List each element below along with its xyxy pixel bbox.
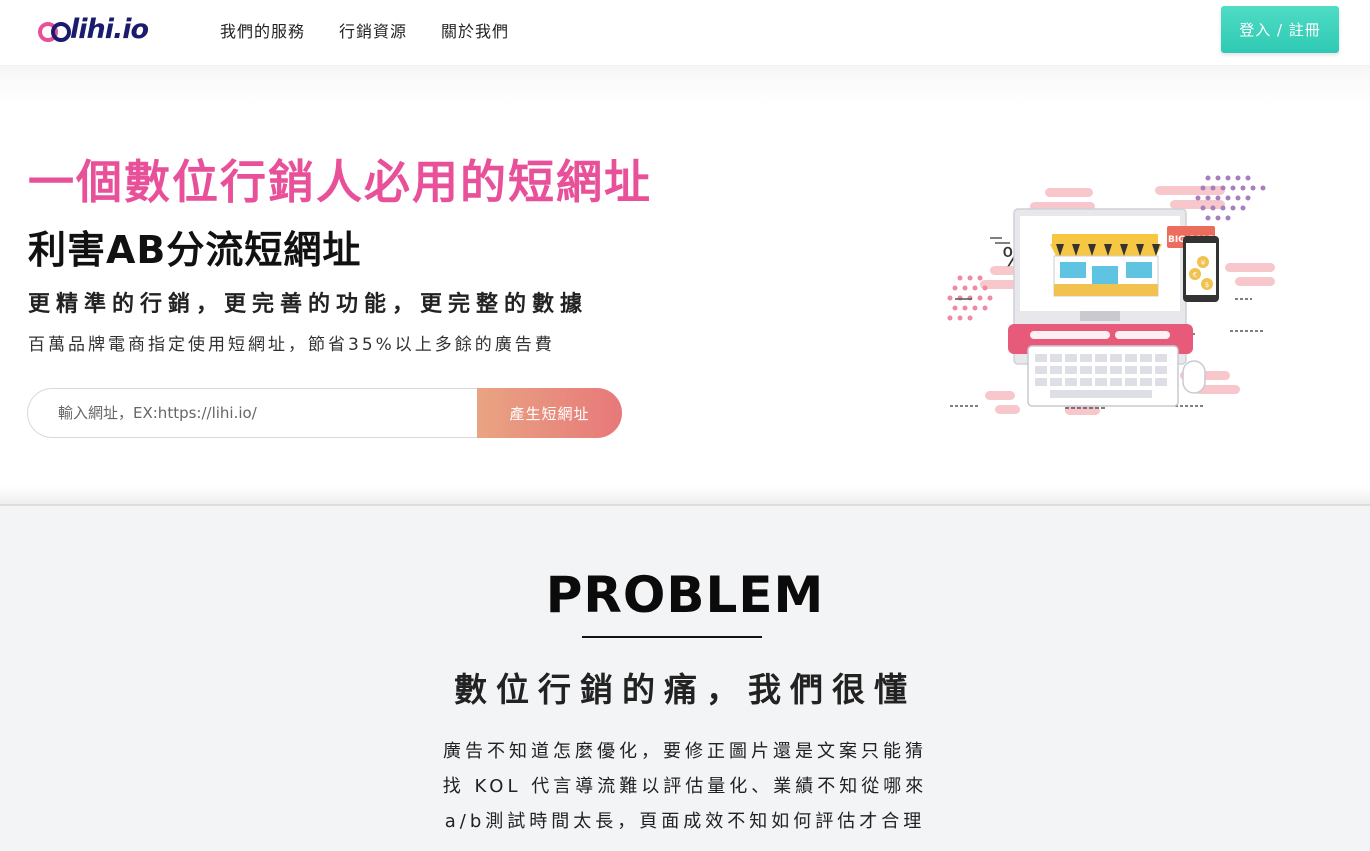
hero-subtitle: 利害AB分流短網址 (28, 228, 362, 272)
hero-section: 一個數位行銷人必用的短網址 利害AB分流短網址 更精準的行銷，更完善的功能，更完… (0, 66, 1370, 504)
nav-link-services[interactable]: 我們的服務 (220, 18, 305, 42)
shorten-url-form: 產生短網址 (27, 388, 622, 438)
hero-description: 百萬品牌電商指定使用短網址，節省35%以上多餘的廣告費 (28, 335, 555, 355)
top-navigation: lihi.io 我們的服務 行銷資源 關於我們 登入 / 註冊 (0, 0, 1370, 66)
ecommerce-illustration: % BIG SALE (947, 175, 1275, 415)
problem-item: 廣告不知道怎麼優化，要修正圖片還是文案只能猜 (443, 741, 927, 762)
hero-tagline: 更精準的行銷，更完善的功能，更完整的數據 (28, 292, 589, 317)
dollar-coin-icon: $ (1205, 281, 1209, 289)
generate-short-url-button[interactable]: 產生短網址 (477, 388, 622, 438)
nav-link-resources[interactable]: 行銷資源 (339, 18, 407, 42)
problem-subtitle: 數位行銷的痛，我們很懂 (454, 670, 916, 709)
problem-list: 廣告不知道怎麼優化，要修正圖片還是文案只能猜 找 KOL 代言導流難以評估量化、… (0, 734, 1370, 839)
logo-text: lihi.io (70, 14, 149, 45)
yen-coin-icon: ¥ (1201, 259, 1206, 267)
problem-section: PROBLEM 數位行銷的痛，我們很懂 廣告不知道怎麼優化，要修正圖片還是文案只… (0, 504, 1370, 851)
url-input[interactable] (27, 388, 497, 438)
problem-item: a/b測試時間太長，頁面成效不知如何評估才合理 (444, 811, 926, 832)
main-menu: 我們的服務 行銷資源 關於我們 (220, 18, 543, 42)
login-register-button[interactable]: 登入 / 註冊 (1221, 6, 1339, 53)
hero-title: 一個數位行銷人必用的短網址 (28, 155, 652, 209)
title-underline (582, 636, 762, 638)
problem-item: 找 KOL 代言導流難以評估量化、業績不知從哪來 (442, 776, 928, 797)
nav-link-about[interactable]: 關於我們 (441, 18, 509, 42)
link-icon (38, 22, 71, 42)
euro-coin-icon: € (1193, 271, 1197, 279)
problem-title: PROBLEM (545, 566, 825, 624)
lihi-logo[interactable]: lihi.io (37, 12, 157, 48)
